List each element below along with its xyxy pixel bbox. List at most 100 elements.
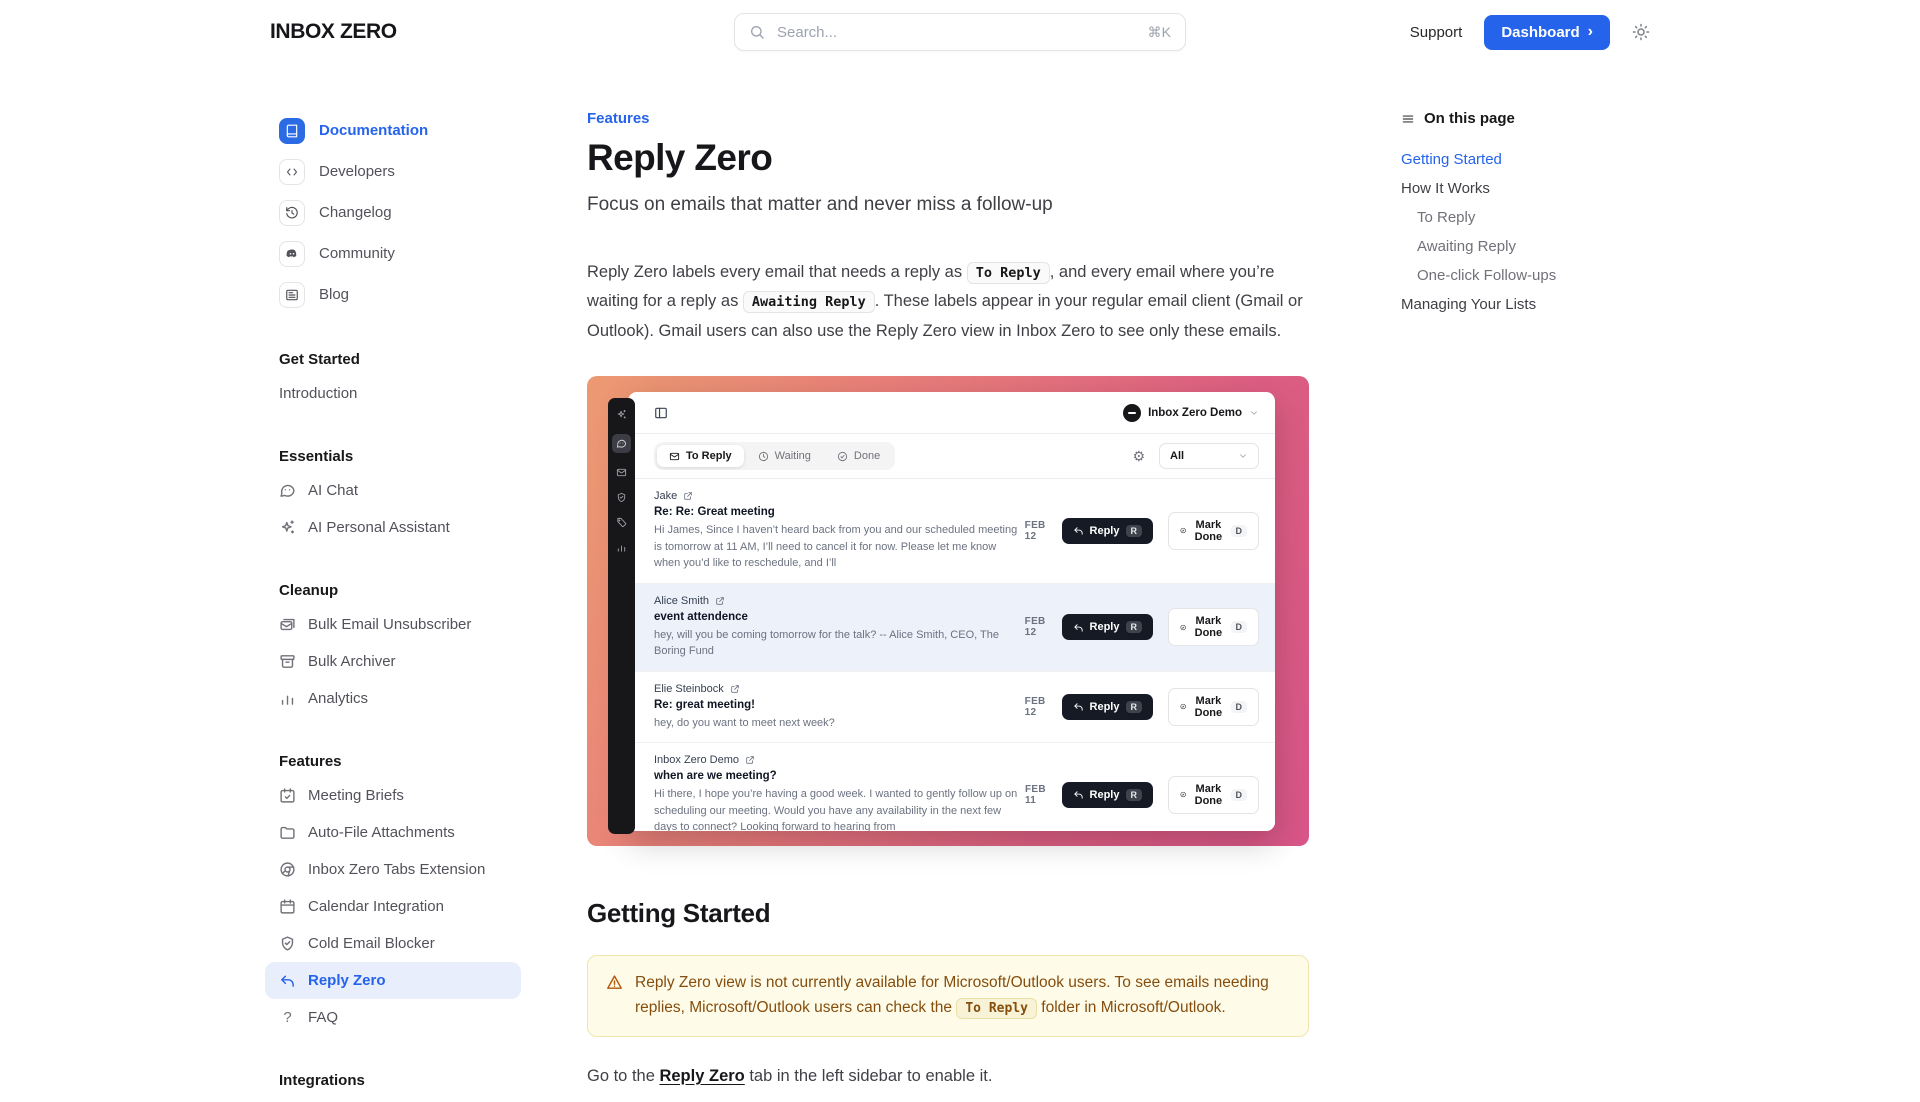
sidebar-item-bulk-archiver[interactable]: Bulk Archiver [265, 643, 521, 680]
demo-account-name: Inbox Zero Demo [1148, 407, 1242, 419]
section-title: Features [265, 746, 521, 777]
sidebar-item-ai-personal-assistant[interactable]: AI Personal Assistant [265, 509, 521, 546]
toc-item-awaiting-reply[interactable]: Awaiting Reply [1401, 232, 1641, 261]
code-icon [279, 159, 305, 185]
section-title: Integrations [265, 1065, 521, 1096]
sparkles-icon [279, 519, 296, 536]
demo-email-list: Jake Re: Re: Great meeting Hi James, Sin… [628, 479, 1275, 831]
demo-app-window: Inbox Zero Demo To Reply Waiting [628, 392, 1275, 831]
inline-code-awaiting-reply: Awaiting Reply [743, 291, 875, 313]
list-icon [1401, 112, 1415, 126]
page-subtitle: Focus on emails that matter and never mi… [587, 194, 1309, 216]
warning-icon [606, 974, 623, 991]
toc-item-one-click-follow-ups[interactable]: One-click Follow-ups [1401, 261, 1641, 290]
reply-button: ReplyR [1062, 694, 1153, 720]
mark-done-button: Mark DoneD [1168, 688, 1259, 726]
page-body: Documentation Developers Changelog Commu… [265, 64, 1655, 1102]
external-link-icon [730, 684, 740, 694]
reply-icon [279, 972, 296, 989]
sidebar-item-community[interactable]: Community [265, 233, 521, 274]
mark-done-button: Mark DoneD [1168, 608, 1259, 646]
on-this-page: On this page Getting Started How It Work… [1401, 110, 1641, 1102]
external-link-icon [745, 755, 755, 765]
sidebar-item-faq[interactable]: ? FAQ [265, 999, 521, 1036]
reply-zero-link[interactable]: Reply Zero [659, 1067, 744, 1085]
demo-tabs-actions: ⚙ All [1132, 443, 1259, 469]
check-circle-icon [1180, 525, 1186, 536]
article: Features Reply Zero Focus on emails that… [587, 110, 1309, 1102]
sidebar-item-calendar-integration[interactable]: Calendar Integration [265, 888, 521, 925]
sidebar-item-bulk-email-unsubscriber[interactable]: Bulk Email Unsubscriber [265, 606, 521, 643]
sidebar-item-tabs-extension[interactable]: Inbox Zero Tabs Extension [265, 851, 521, 888]
sidebar-item-developers[interactable]: Developers [265, 151, 521, 192]
toc-item-how-it-works[interactable]: How It Works [1401, 174, 1641, 203]
sidebar-item-documentation[interactable]: Documentation [265, 110, 521, 151]
sidebar-item-cold-email-blocker[interactable]: Cold Email Blocker [265, 925, 521, 962]
sidebar-item-reply-zero[interactable]: Reply Zero [265, 962, 521, 999]
discord-icon [279, 241, 305, 267]
shield-check-icon [279, 935, 296, 952]
search-shortcut: ⌘K [1148, 24, 1171, 41]
toc-item-to-reply[interactable]: To Reply [1401, 203, 1641, 232]
demo-tabs-row: To Reply Waiting Done ⚙ [628, 434, 1275, 479]
support-link[interactable]: Support [1410, 24, 1463, 41]
gear-icon: ⚙ [1132, 449, 1145, 463]
dashboard-button[interactable]: Dashboard › [1484, 15, 1610, 50]
demo-tab-done: Done [825, 445, 892, 467]
demo-topbar: Inbox Zero Demo [628, 392, 1275, 434]
sidebar-item-changelog[interactable]: Changelog [265, 192, 521, 233]
sidebar: Documentation Developers Changelog Commu… [265, 110, 521, 1102]
section-title: Cleanup [265, 575, 521, 606]
chart-icon [616, 542, 627, 553]
sidebar-item-auto-file-attachments[interactable]: Auto-File Attachments [265, 814, 521, 851]
chat-icon [612, 434, 631, 453]
chevron-right-icon: › [1588, 24, 1593, 40]
intro-paragraph: Reply Zero labels every email that needs… [587, 258, 1309, 346]
demo-tab-waiting: Waiting [746, 445, 823, 467]
toc-item-getting-started[interactable]: Getting Started [1401, 145, 1641, 174]
question-icon: ? [279, 1009, 296, 1026]
mail-stack-icon [279, 616, 296, 633]
demo-app-rail [608, 398, 635, 834]
mail-icon [669, 451, 680, 462]
sidebar-item-ai-chat[interactable]: AI Chat [265, 472, 521, 509]
sidebar-item-meeting-briefs[interactable]: Meeting Briefs [265, 777, 521, 814]
sidebar-section-cleanup: Cleanup Bulk Email Unsubscriber Bulk Arc… [265, 575, 521, 717]
inline-code-to-reply: To Reply [956, 998, 1037, 1019]
chevron-down-icon [1238, 451, 1248, 461]
theme-toggle[interactable] [1632, 23, 1650, 41]
reply-icon [1073, 789, 1084, 800]
search-icon [749, 24, 765, 40]
email-row: Alice Smith event attendence hey, will y… [628, 584, 1275, 672]
panel-toggle-icon [654, 406, 668, 420]
bar-chart-icon [279, 690, 296, 707]
section-heading-getting-started: Getting Started [587, 898, 1309, 929]
search-input[interactable] [775, 23, 1138, 42]
check-circle-icon [1180, 622, 1186, 633]
toc-list: Getting Started How It Works To Reply Aw… [1401, 145, 1641, 319]
breadcrumb-category[interactable]: Features [587, 110, 1309, 127]
demo-segmented-control: To Reply Waiting Done [654, 442, 895, 470]
toc-item-managing-your-lists[interactable]: Managing Your Lists [1401, 290, 1641, 319]
sidebar-item-analytics[interactable]: Analytics [265, 680, 521, 717]
chat-icon [279, 482, 296, 499]
sun-icon [1632, 23, 1650, 41]
search-bar[interactable]: ⌘K [734, 13, 1186, 51]
logo[interactable]: INBOX ZERO [270, 20, 397, 44]
outro-paragraph: Go to the Reply Zero tab in the left sid… [587, 1067, 1309, 1086]
check-circle-icon [1180, 789, 1186, 800]
shield-icon [616, 492, 627, 503]
sparkles-icon [616, 409, 627, 420]
folder-icon [279, 824, 296, 841]
sidebar-item-introduction[interactable]: Introduction [265, 375, 521, 412]
check-circle-icon [837, 451, 848, 462]
email-row: Jake Re: Re: Great meeting Hi James, Sin… [628, 479, 1275, 584]
product-screenshot: Inbox Zero Demo To Reply Waiting [587, 376, 1309, 846]
sidebar-item-blog[interactable]: Blog [265, 274, 521, 315]
section-title: Get Started [265, 344, 521, 375]
news-icon [279, 282, 305, 308]
warning-text: Reply Zero view is not currently availab… [635, 971, 1290, 1021]
email-row: Elie Steinbock Re: great meeting! hey, d… [628, 672, 1275, 744]
calendar-icon [279, 898, 296, 915]
warning-callout: Reply Zero view is not currently availab… [587, 955, 1309, 1037]
